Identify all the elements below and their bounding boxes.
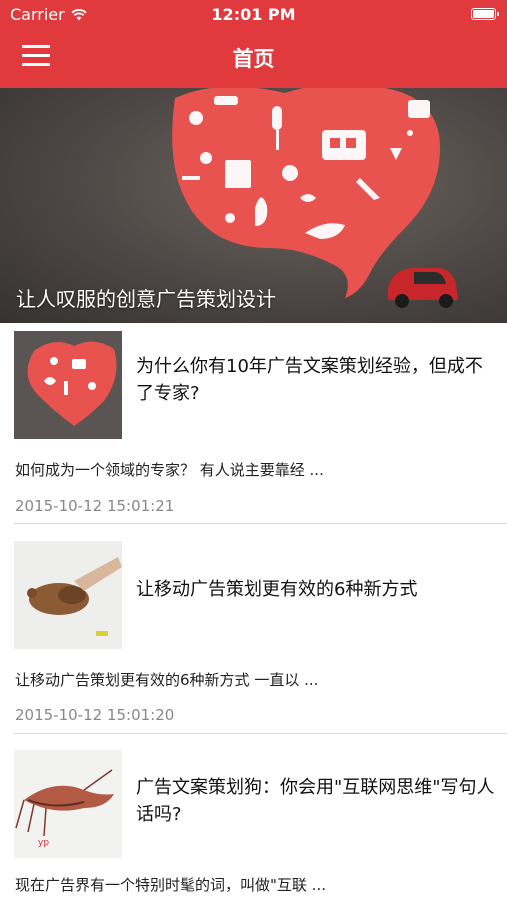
article-summary: 现在广告界有一个特别时髦的词，叫做"互联 ...: [15, 876, 326, 894]
car-graphic: [388, 268, 458, 308]
article-item[interactable]: yp 广告文案策划狗：你会用"互联网思维"写句人话吗? 现在广告界有一个特别时髦…: [0, 733, 507, 900]
hero-caption: 让人叹服的创意广告策划设计: [16, 287, 276, 311]
article-thumbnail: yp: [14, 750, 122, 858]
article-thumbnail: [14, 541, 122, 649]
article-summary: 让移动广告策划更有效的6种新方式 一直以 ...: [15, 671, 319, 689]
article-summary: 如何成为一个领域的专家？ 有人说主要靠经 ...: [15, 461, 324, 479]
article-title: 让移动广告策划更有效的6种新方式: [136, 579, 418, 600]
svg-text:yp: yp: [38, 838, 49, 848]
article-date: 2015-10-12 15:01:21: [15, 497, 175, 515]
navigation-bar: 首页: [0, 30, 507, 88]
status-time: 12:01 PM: [211, 5, 296, 24]
top-bar: Carrier 12:01 PM 首页: [0, 0, 507, 88]
battery-icon: [471, 8, 499, 20]
page-title: 首页: [232, 47, 275, 71]
article-item[interactable]: 为什么你有10年广告文案策划经验，但成不了专家? 如何成为一个领域的专家？ 有人…: [0, 323, 507, 524]
article-title: 广告文案策划狗：你会用"互联网思维"写句人话吗?: [136, 777, 495, 825]
hero-banner[interactable]: 让人叹服的创意广告策划设计: [0, 88, 507, 323]
article-date: 2015-10-12 15:01:20: [15, 706, 175, 724]
article-thumbnail: [14, 331, 122, 439]
article-title: 为什么你有10年广告文案策划经验，但成不了专家?: [136, 356, 483, 404]
article-item[interactable]: 让移动广告策划更有效的6种新方式 让移动广告策划更有效的6种新方式 一直以 ..…: [0, 523, 507, 734]
status-bar: Carrier 12:01 PM: [0, 0, 507, 30]
